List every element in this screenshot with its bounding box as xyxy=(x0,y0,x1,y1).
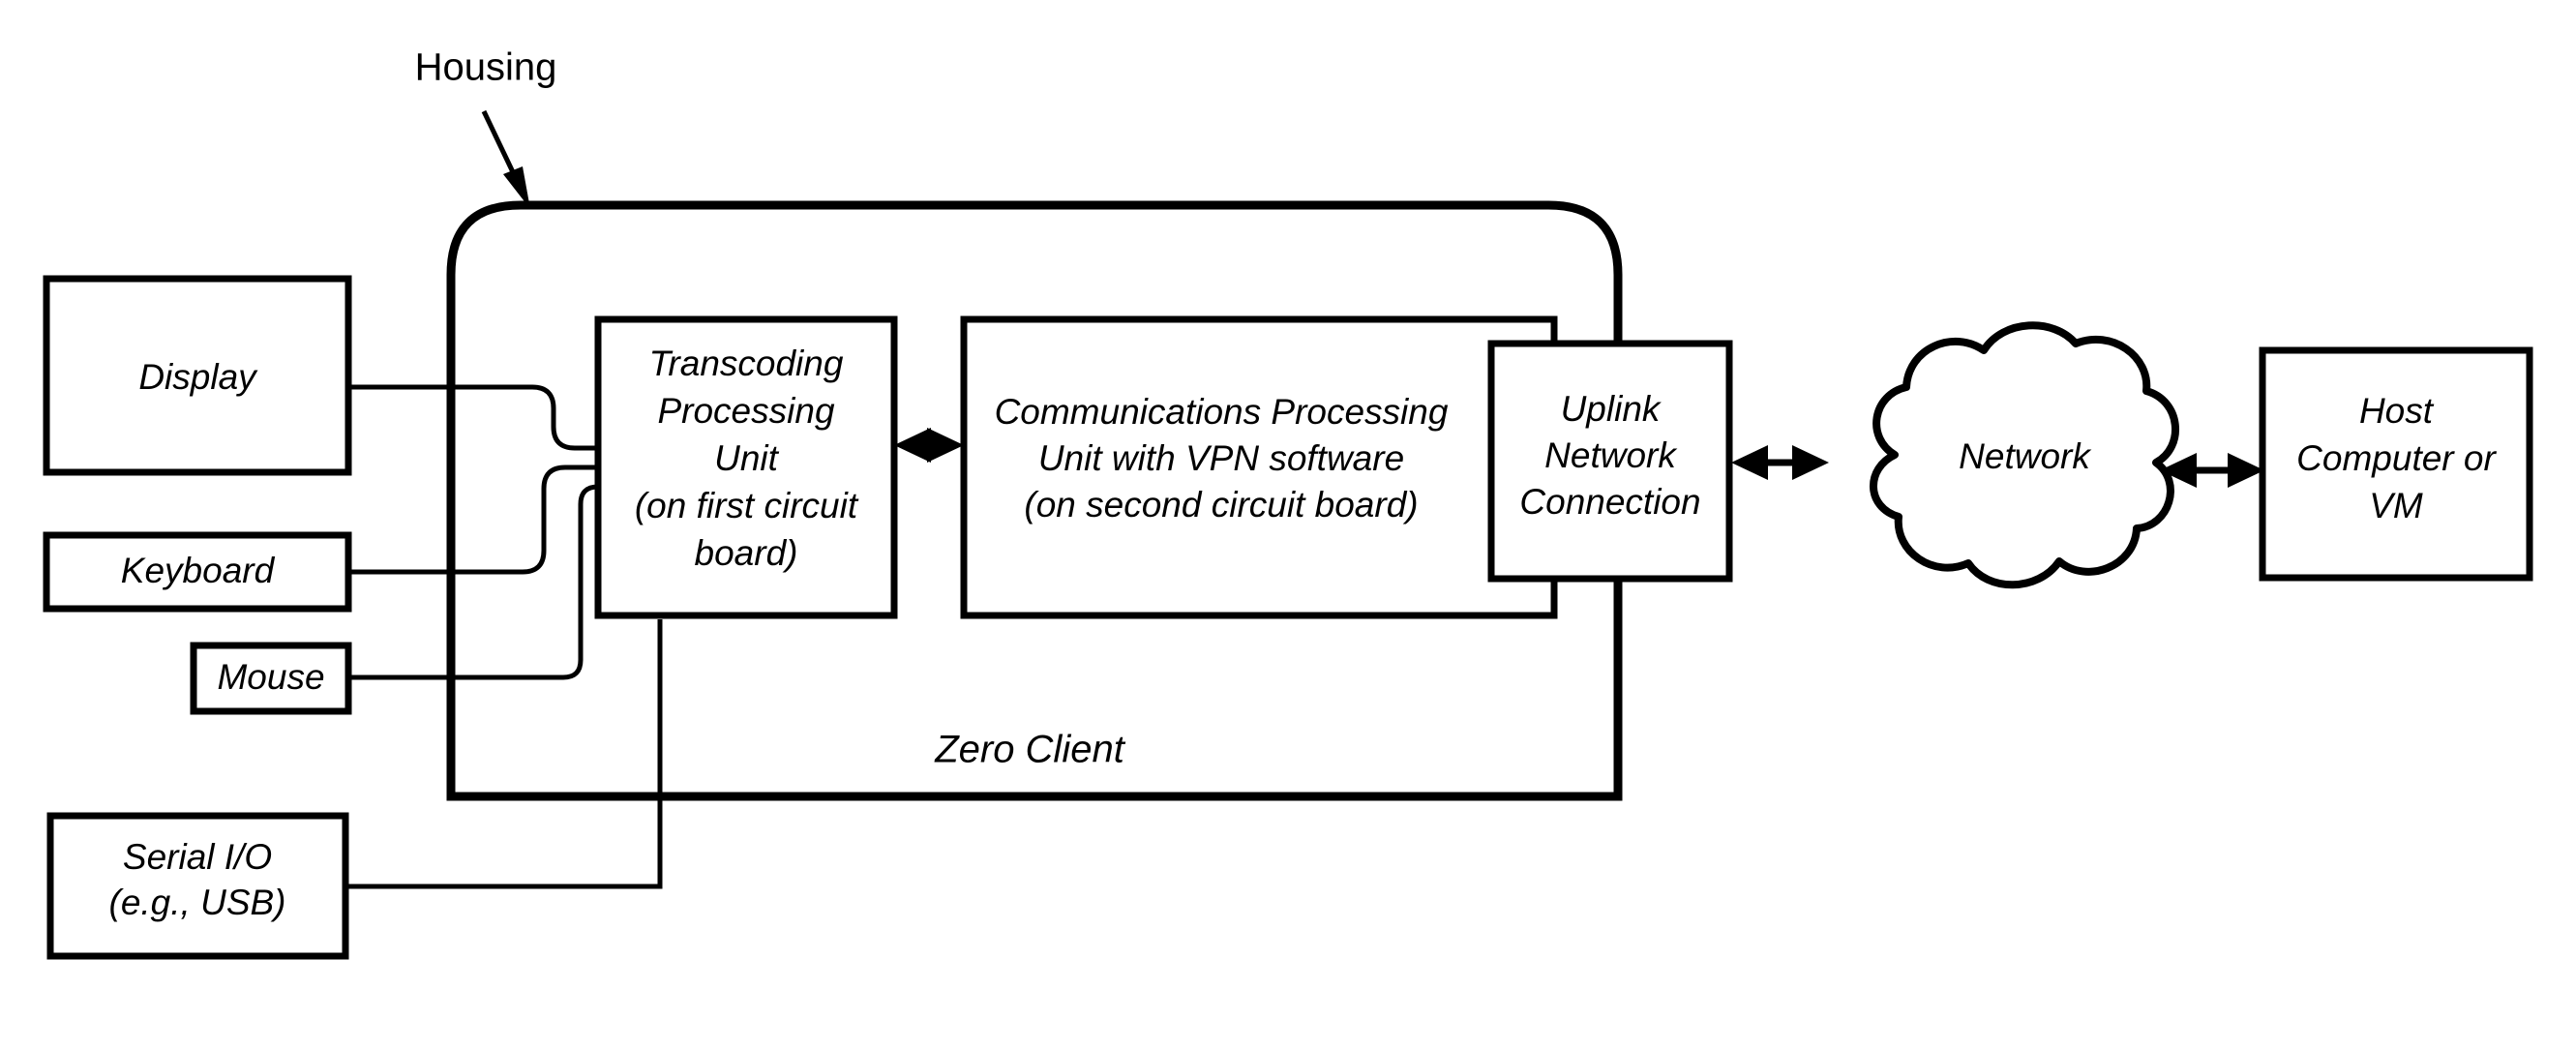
host-label-line3: VM xyxy=(2369,486,2423,525)
uplink-label-line3: Connection xyxy=(1519,482,1700,522)
uplink-label-line2: Network xyxy=(1544,435,1678,475)
serial-io-label-line1: Serial I/O xyxy=(123,837,272,877)
mouse-label: Mouse xyxy=(217,657,324,697)
diagram-canvas: Display Keyboard Mouse Serial I/O (e.g.,… xyxy=(0,0,2576,1049)
keyboard-label: Keyboard xyxy=(121,551,276,590)
host-label-line1: Host xyxy=(2359,391,2435,431)
transcoding-label-line4: (on first circuit xyxy=(635,486,859,525)
communications-label-line3: (on second circuit board) xyxy=(1024,485,1418,524)
transcoding-label-line3: Unit xyxy=(714,438,780,478)
transcoding-label-line1: Transcoding xyxy=(649,344,844,383)
communications-label-line2: Unit with VPN software xyxy=(1038,438,1404,478)
arrowhead-left-transcoding-comm xyxy=(894,428,931,463)
display-label: Display xyxy=(138,357,258,397)
arrowhead-right-network-host xyxy=(2228,453,2264,488)
wire-mouse-to-transcoding xyxy=(350,484,599,680)
zero-client-label: Zero Client xyxy=(934,729,1126,771)
arrowhead-right-uplink-network xyxy=(1792,445,1829,480)
block-diagram: Display Keyboard Mouse Serial I/O (e.g.,… xyxy=(43,46,2533,960)
transcoding-label-line5: board) xyxy=(695,533,798,573)
uplink-label-line1: Uplink xyxy=(1561,389,1662,429)
network-label: Network xyxy=(1959,436,2092,476)
housing-annotation-label: Housing xyxy=(415,46,557,89)
wire-keyboard-to-transcoding xyxy=(350,465,598,575)
arrowhead-right-transcoding-comm xyxy=(927,428,964,463)
host-label-line2: Computer or xyxy=(2296,438,2497,478)
serial-io-label-line2: (e.g., USB) xyxy=(109,883,286,922)
communications-label-line1: Communications Processing xyxy=(995,392,1449,432)
transcoding-label-line2: Processing xyxy=(657,391,834,431)
wire-display-to-transcoding xyxy=(350,384,598,451)
arrowhead-left-uplink-network xyxy=(1731,445,1768,480)
